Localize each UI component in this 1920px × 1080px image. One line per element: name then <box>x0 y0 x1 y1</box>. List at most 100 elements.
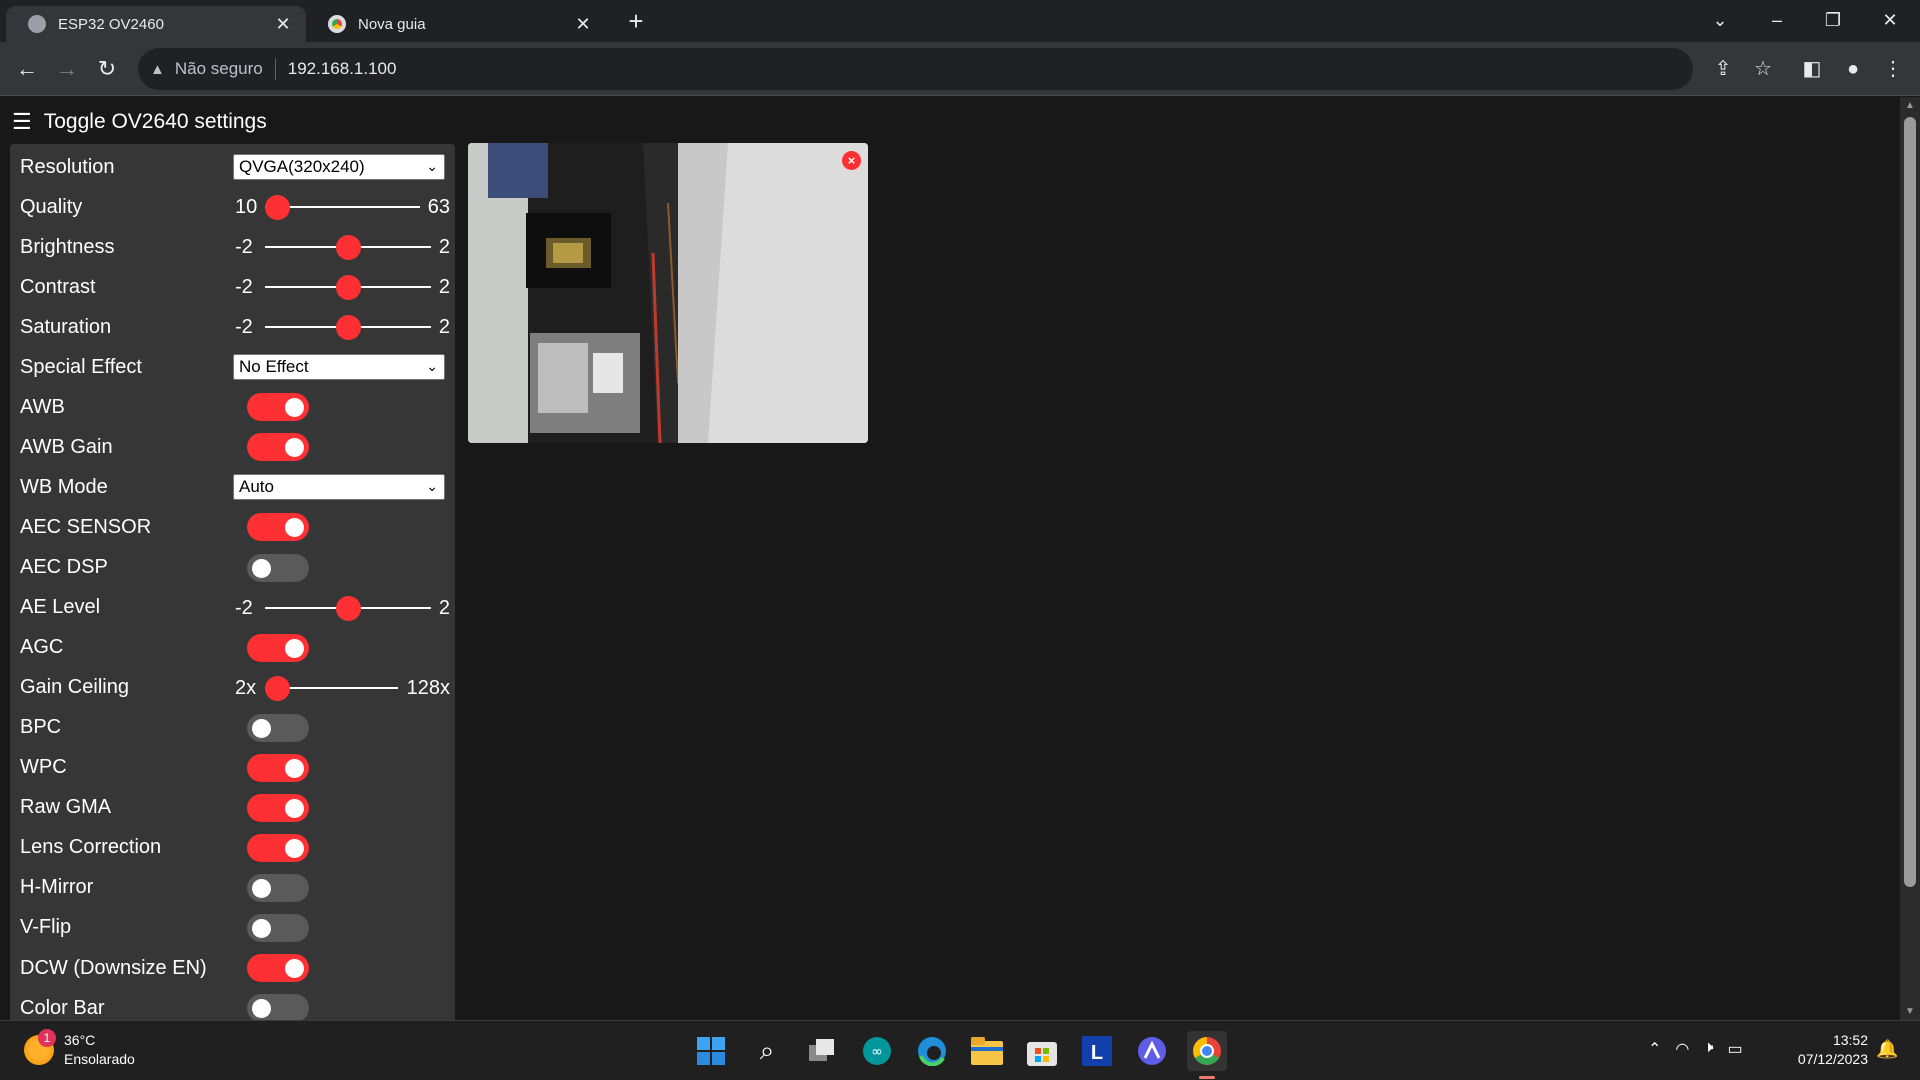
toggle-knob <box>252 558 271 578</box>
toggle-knob <box>285 638 304 658</box>
menu-icon[interactable]: ⋮ <box>1878 54 1908 84</box>
toggle-knob <box>285 518 304 538</box>
tab-search-icon[interactable]: ⌄ <box>1700 6 1740 34</box>
aec-sensor-toggle[interactable] <box>247 513 309 542</box>
active-app-indicator <box>1199 1076 1215 1079</box>
scroll-down-icon[interactable]: ▼ <box>1900 1006 1920 1017</box>
setting-label: Brightness <box>20 235 115 258</box>
profile-icon[interactable]: ● <box>1838 54 1868 84</box>
side-panel-icon[interactable]: ◧ <box>1797 54 1827 84</box>
color-bar-toggle[interactable] <box>247 994 309 1020</box>
close-tab-icon[interactable]: ✕ <box>574 14 592 35</box>
l-app-icon[interactable]: L <box>1077 1031 1117 1071</box>
v-flip-toggle[interactable] <box>247 913 309 942</box>
toggle-knob <box>252 878 271 898</box>
scrollbar-thumb[interactable] <box>1904 117 1916 887</box>
scroll-up-icon[interactable]: ▲ <box>1900 100 1920 111</box>
store-icon[interactable] <box>1022 1031 1062 1071</box>
toggle-settings-button[interactable]: ☰ Toggle OV2640 settings <box>12 109 267 135</box>
awb-gain-toggle[interactable] <box>247 433 309 462</box>
setting-label: Special Effect <box>20 355 142 378</box>
close-stream-button[interactable]: × <box>842 151 861 170</box>
slider-thumb[interactable] <box>336 275 361 301</box>
back-icon[interactable]: ← <box>12 54 42 84</box>
page-scrollbar[interactable]: ▲ ▼ <box>1900 97 1920 1020</box>
windows-start-icon[interactable] <box>691 1031 731 1071</box>
dcw-downsize-en-toggle[interactable] <box>247 954 309 982</box>
aec-dsp-toggle[interactable] <box>247 553 309 582</box>
tab-nova-guia[interactable]: Nova guia ✕ <box>306 6 606 42</box>
setting-row-special-effect: Special Effect No Effect ⌄ <box>10 347 455 387</box>
share-icon[interactable]: ⇪ <box>1708 54 1738 84</box>
clock-time: 13:52 <box>1832 1032 1868 1048</box>
chevron-up-icon[interactable]: ⌃ <box>1648 1039 1661 1059</box>
clock-date: 07/12/2023 <box>1797 1051 1868 1067</box>
volume-muted-icon[interactable]: 🕨 <box>1703 1039 1713 1059</box>
slider-max-label: 63 <box>427 196 450 219</box>
close-tab-icon[interactable]: ✕ <box>274 14 292 35</box>
app-icon[interactable] <box>1132 1031 1172 1071</box>
quality-slider[interactable]: 10 63 <box>235 192 450 222</box>
brightness-slider[interactable]: -2 2 <box>235 232 450 262</box>
arduino-icon[interactable]: ∞ <box>857 1031 897 1071</box>
hamburger-icon: ☰ <box>12 109 32 134</box>
slider-thumb[interactable] <box>336 315 361 341</box>
setting-row-v-flip: V-Flip <box>10 908 455 948</box>
reload-icon[interactable]: ↻ <box>92 54 122 84</box>
toggle-knob <box>252 718 271 738</box>
wb-mode-select[interactable]: Auto ⌄ <box>233 474 445 501</box>
system-tray: ⌃ ◠ 🕨 ▭ <box>1648 1039 1743 1059</box>
edge-icon[interactable] <box>912 1031 952 1071</box>
saturation-slider[interactable]: -2 2 <box>235 312 450 342</box>
tab-esp32[interactable]: ESP32 OV2460 ✕ <box>6 6 306 42</box>
chrome-icon[interactable] <box>1187 1031 1227 1071</box>
special-effect-select[interactable]: No Effect ⌄ <box>233 354 445 381</box>
wifi-icon[interactable]: ◠ <box>1675 1039 1689 1059</box>
address-bar[interactable]: ▲ Não seguro 192.168.1.100 <box>138 48 1693 90</box>
url-text[interactable]: 192.168.1.100 <box>288 59 397 79</box>
slider-thumb[interactable] <box>336 595 361 621</box>
divider <box>274 58 276 80</box>
setting-label: AEC DSP <box>20 556 108 578</box>
setting-row-wpc: WPC <box>10 748 455 788</box>
forward-icon[interactable]: → <box>52 54 82 84</box>
setting-row-aec-sensor: AEC SENSOR <box>10 507 455 547</box>
setting-label: WB Mode <box>20 475 108 498</box>
chevron-down-icon: ⌄ <box>426 158 438 174</box>
setting-label: AWB Gain <box>20 435 113 458</box>
notification-bell-icon[interactable]: 🔔 <box>1876 1039 1898 1060</box>
wpc-toggle[interactable] <box>247 753 309 782</box>
new-tab-button[interactable]: + <box>622 8 650 36</box>
slider-thumb[interactable] <box>336 235 361 261</box>
resolution-select[interactable]: QVGA(320x240) ⌄ <box>233 154 445 180</box>
setting-label: AGC <box>20 636 64 659</box>
security-label[interactable]: Não seguro <box>175 59 263 79</box>
lens-correction-toggle[interactable] <box>247 833 309 862</box>
ae-level-slider[interactable]: -2 2 <box>235 593 450 623</box>
search-icon[interactable]: ⌕ <box>747 1031 787 1071</box>
slider-thumb[interactable] <box>265 195 290 221</box>
taskbar: 1 36°C Ensolarado ⌕ ∞ L ⌃ ◠ 🕨 ▭ 13:52 07… <box>0 1020 1920 1080</box>
setting-label: Resolution <box>20 155 115 178</box>
weather-widget[interactable]: 1 36°C Ensolarado <box>24 1029 135 1069</box>
warning-icon[interactable]: ▲ <box>150 61 165 78</box>
h-mirror-toggle[interactable] <box>247 873 309 902</box>
contrast-slider[interactable]: -2 2 <box>235 272 450 302</box>
select-value: No Effect <box>239 357 309 377</box>
raw-gma-toggle[interactable] <box>247 793 309 822</box>
bpc-toggle[interactable] <box>247 713 309 742</box>
battery-icon[interactable]: ▭ <box>1727 1039 1742 1059</box>
close-window-icon[interactable]: ✕ <box>1870 6 1910 34</box>
bookmark-star-icon[interactable]: ☆ <box>1748 54 1778 84</box>
awb-toggle[interactable] <box>247 393 309 422</box>
clock[interactable]: 13:52 07/12/2023 <box>1782 1031 1868 1069</box>
minimize-icon[interactable]: – <box>1757 6 1797 34</box>
agc-toggle[interactable] <box>247 633 309 662</box>
restore-icon[interactable]: ❐ <box>1813 6 1853 34</box>
file-explorer-icon[interactable] <box>967 1031 1007 1071</box>
task-view-icon[interactable] <box>802 1031 842 1071</box>
setting-row-resolution: Resolution QVGA(320x240) ⌄ <box>10 147 455 187</box>
gain-ceiling-slider[interactable]: 2x 128x <box>235 673 450 703</box>
chevron-down-icon: ⌄ <box>426 358 438 375</box>
slider-thumb[interactable] <box>265 675 290 701</box>
